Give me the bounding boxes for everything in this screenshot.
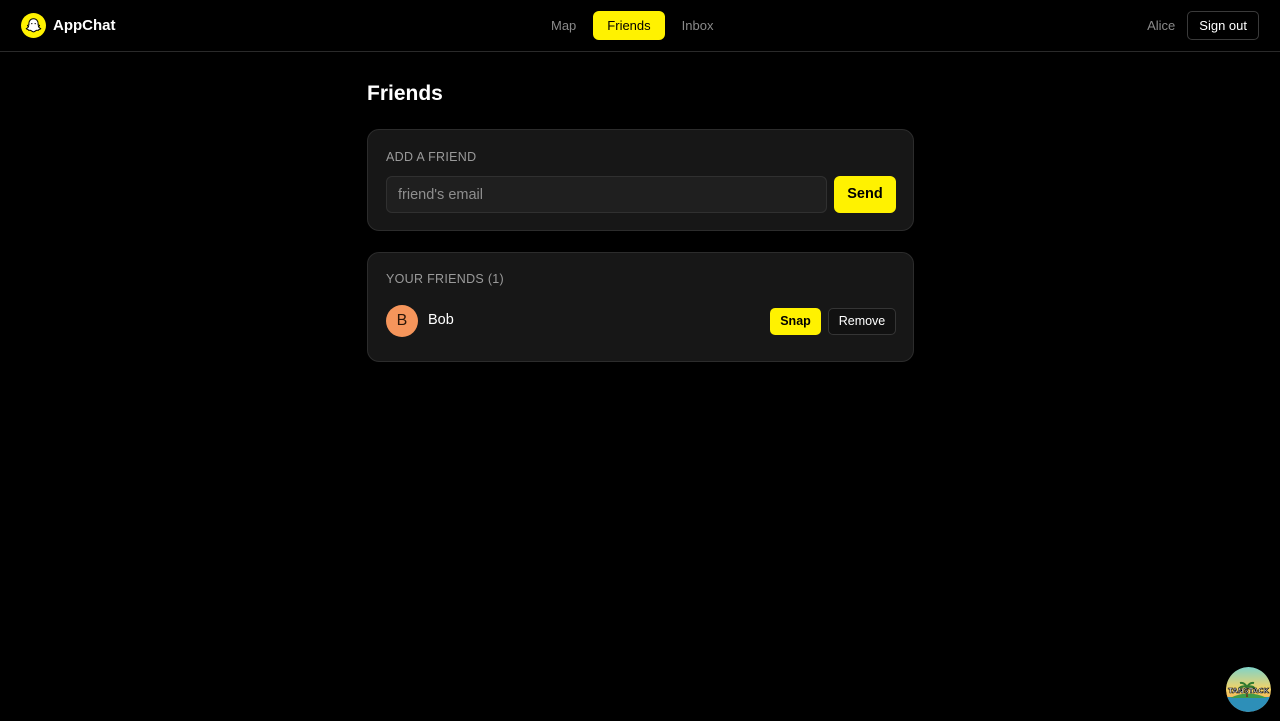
brand[interactable]: AppChat (21, 13, 116, 38)
nav-item-map[interactable]: Map (537, 11, 590, 40)
friend-email-input[interactable] (386, 176, 827, 213)
devtools-badge-text: TANSTACK (1228, 687, 1269, 695)
current-user-name: Alice (1147, 18, 1176, 33)
add-friend-card: ADD A FRIEND Send (367, 129, 914, 231)
send-request-button[interactable]: Send (834, 176, 896, 213)
top-navigation-bar: AppChat Map Friends Inbox Alice Sign out (0, 0, 1280, 52)
page-title: Friends (367, 82, 443, 105)
main-nav: Map Friends Inbox (537, 11, 727, 40)
ghost-icon (21, 13, 46, 38)
snap-button[interactable]: Snap (770, 308, 821, 335)
user-area: Alice Sign out (1147, 11, 1259, 40)
tanstack-devtools-icon[interactable]: TANSTACK (1226, 667, 1271, 712)
sign-out-button[interactable]: Sign out (1187, 11, 1259, 40)
friend-row: B Bob Snap Remove (386, 305, 896, 337)
brand-name: AppChat (53, 17, 116, 34)
friend-name: Bob (428, 312, 454, 328)
nav-item-friends[interactable]: Friends (593, 11, 665, 40)
nav-item-inbox[interactable]: Inbox (668, 11, 728, 40)
friends-list-label: YOUR FRIENDS (1) (386, 272, 505, 286)
avatar: B (386, 305, 418, 337)
friends-list-card: YOUR FRIENDS (1) B Bob Snap Remove (367, 252, 914, 362)
remove-friend-button[interactable]: Remove (828, 308, 896, 335)
add-friend-label: ADD A FRIEND (386, 150, 477, 164)
